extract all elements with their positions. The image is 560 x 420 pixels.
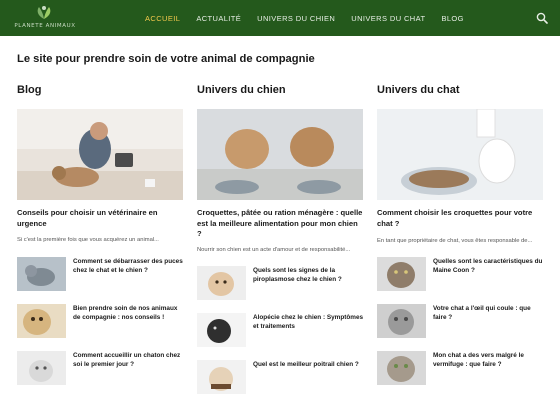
article-thumbnail bbox=[377, 304, 426, 338]
article-thumbnail bbox=[17, 257, 66, 291]
article-title: Comment accueillir un chaton chez soi le… bbox=[73, 352, 181, 368]
hero-image-dogs-eating[interactable] bbox=[197, 109, 363, 200]
hero-article-title[interactable]: Croquettes, pâtée ou ration ménagère : q… bbox=[197, 208, 363, 240]
site-logo[interactable]: PLANETE ANIMAUX bbox=[12, 2, 78, 34]
article-title: Quel est le meilleur poitrail chien ? bbox=[253, 361, 359, 368]
hero-image-cat-kibble[interactable] bbox=[377, 109, 543, 200]
hero-image-vet[interactable] bbox=[17, 109, 183, 200]
list-item[interactable]: Votre chat a l'œil qui coule : que faire… bbox=[377, 304, 543, 338]
list-item[interactable]: Quels sont les signes de la piroplasmose… bbox=[197, 266, 363, 300]
list-item[interactable]: Quelles sont les caractéristiques du Mai… bbox=[377, 257, 543, 291]
list-item[interactable]: Bien prendre soin de nos animaux de comp… bbox=[17, 304, 183, 338]
article-thumbnail bbox=[17, 351, 66, 385]
list-item[interactable]: Mon chat a des vers malgré le vermifuge … bbox=[377, 351, 543, 385]
hero-article-excerpt: Nourrir son chien est un acte d'amour et… bbox=[197, 247, 351, 253]
column-univers-du-chien: Univers du chien Croquettes, pâtée ou ra… bbox=[197, 84, 363, 394]
column-title[interactable]: Univers du chat bbox=[377, 84, 543, 100]
article-thumbnail bbox=[197, 266, 246, 300]
list-item[interactable]: Alopécie chez le chien : Symptômes et tr… bbox=[197, 313, 363, 347]
hero-article-excerpt: Si c'est la première fois que vous acqué… bbox=[17, 237, 159, 243]
list-item[interactable]: Comment se débarrasser des puces chez le… bbox=[17, 257, 183, 291]
logo-text: PLANETE ANIMAUX bbox=[14, 23, 76, 29]
paw-leaf-logo-icon bbox=[37, 6, 51, 19]
column-blog: Blog Conseils pour choisir un vétérinair… bbox=[17, 84, 183, 385]
article-title: Bien prendre soin de nos animaux de comp… bbox=[73, 305, 178, 321]
column-title[interactable]: Univers du chien bbox=[197, 84, 363, 100]
hero-article-excerpt: En tant que propriétaire de chat, vous ê… bbox=[377, 238, 533, 244]
article-thumbnail bbox=[377, 351, 426, 385]
article-title: Quels sont les signes de la piroplasmose… bbox=[253, 267, 342, 283]
nav-item-accueil[interactable]: ACCUEIL bbox=[137, 0, 188, 36]
article-title: Quelles sont les caractéristiques du Mai… bbox=[433, 258, 543, 274]
article-thumbnail bbox=[197, 360, 246, 394]
article-thumbnail bbox=[197, 313, 246, 347]
article-title: Alopécie chez le chien : Symptômes et tr… bbox=[253, 314, 364, 330]
hero-article-title[interactable]: Comment choisir les croquettes pour votr… bbox=[377, 208, 543, 229]
search-icon[interactable] bbox=[536, 12, 548, 24]
main-nav: ACCUEIL ACTUALITÉ UNIVERS DU CHIEN UNIVE… bbox=[137, 0, 472, 36]
nav-item-univers-du-chat[interactable]: UNIVERS DU CHAT bbox=[343, 0, 433, 36]
hero-article-title[interactable]: Conseils pour choisir un vétérinaire en … bbox=[17, 208, 183, 229]
page-tagline: Le site pour prendre soin de votre anima… bbox=[17, 53, 315, 65]
article-title: Mon chat a des vers malgré le vermifuge … bbox=[433, 352, 524, 368]
list-item[interactable]: Quel est le meilleur poitrail chien ? bbox=[197, 360, 363, 394]
list-item[interactable]: Comment accueillir un chaton chez soi le… bbox=[17, 351, 183, 385]
article-thumbnail bbox=[377, 257, 426, 291]
column-univers-du-chat: Univers du chat Comment choisir les croq… bbox=[377, 84, 543, 385]
nav-item-univers-du-chien[interactable]: UNIVERS DU CHIEN bbox=[249, 0, 343, 36]
article-thumbnail bbox=[17, 304, 66, 338]
article-title: Comment se débarrasser des puces chez le… bbox=[73, 258, 183, 274]
nav-item-blog[interactable]: BLOG bbox=[433, 0, 471, 36]
nav-item-actualite[interactable]: ACTUALITÉ bbox=[188, 0, 249, 36]
column-title[interactable]: Blog bbox=[17, 84, 183, 100]
top-navigation-bar: PLANETE ANIMAUX ACCUEIL ACTUALITÉ UNIVER… bbox=[0, 0, 560, 36]
article-title: Votre chat a l'œil qui coule : que faire… bbox=[433, 305, 531, 321]
